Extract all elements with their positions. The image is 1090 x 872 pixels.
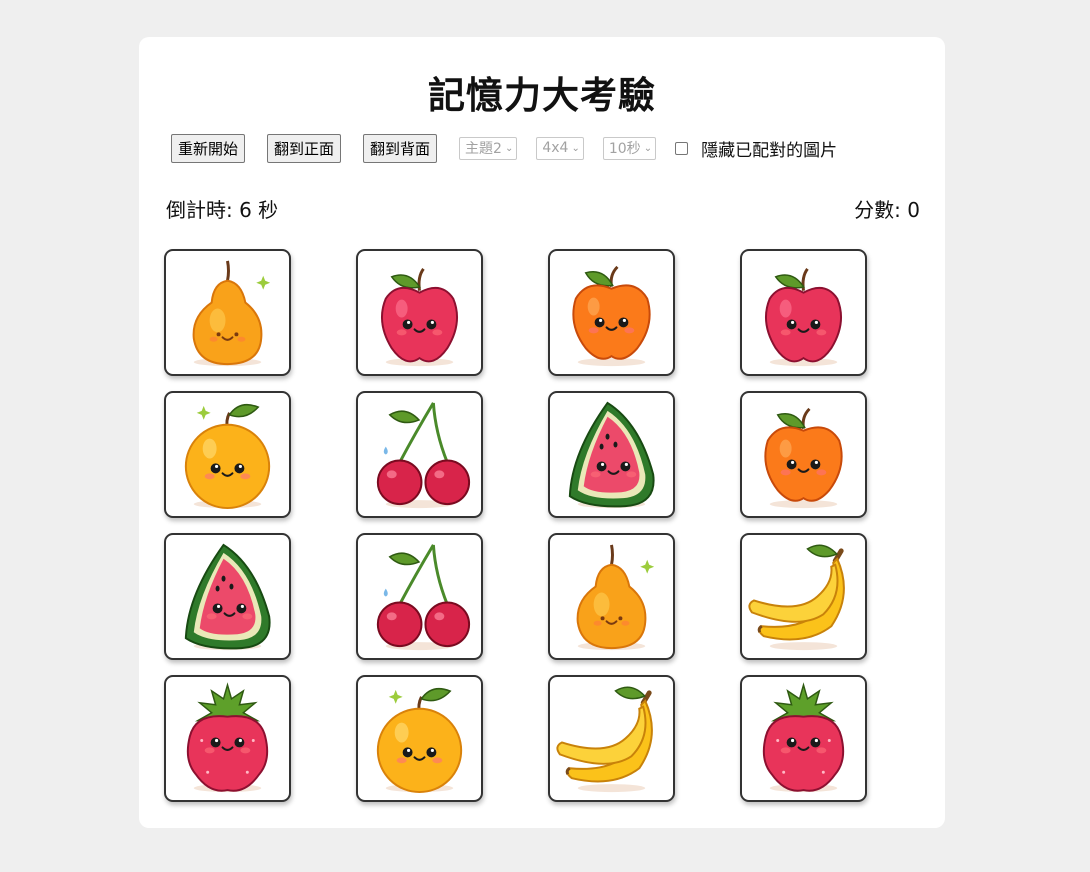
memory-card[interactable] xyxy=(548,675,675,802)
memory-card[interactable] xyxy=(548,533,675,660)
memory-card[interactable] xyxy=(356,391,483,518)
watermelon-icon xyxy=(568,401,655,509)
orange-apple-icon xyxy=(764,407,843,509)
flip-back-button[interactable]: 翻到背面 xyxy=(363,133,438,163)
hide-matched-option[interactable]: 隱藏已配對的圖片 xyxy=(675,136,837,161)
watermelon-icon xyxy=(184,543,271,651)
pear-icon xyxy=(192,260,271,367)
chevron-down-icon: ⌄ xyxy=(504,142,514,154)
apple-icon xyxy=(764,267,843,367)
memory-card[interactable] xyxy=(164,391,291,518)
flip-front-button[interactable]: 翻到正面 xyxy=(267,133,342,163)
memory-card[interactable] xyxy=(740,391,867,518)
memory-card[interactable] xyxy=(164,533,291,660)
memory-card[interactable] xyxy=(356,249,483,376)
theme-select[interactable]: 主題2 ⌄ xyxy=(459,136,518,160)
hide-matched-checkbox[interactable] xyxy=(675,141,689,155)
game-panel: 記憶力大考驗 重新開始 翻到正面 翻到背面 主題2 ⌄ 4x4 ⌄ 10秒 ⌄ … xyxy=(139,37,945,828)
chevron-down-icon: ⌄ xyxy=(571,142,580,154)
cherry-icon xyxy=(376,544,471,651)
toolbar: 重新開始 翻到正面 翻到背面 主題2 ⌄ 4x4 ⌄ 10秒 ⌄ 隱藏已配對的圖… xyxy=(171,133,931,163)
banana-icon xyxy=(556,686,653,793)
memory-card[interactable] xyxy=(740,249,867,376)
chevron-down-icon: ⌄ xyxy=(643,142,653,154)
theme-select-value: 主題2 xyxy=(465,141,502,157)
countdown-timer: 倒計時: 6 秒 xyxy=(166,198,279,222)
time-select[interactable]: 10秒 ⌄ xyxy=(602,136,657,160)
memory-card[interactable] xyxy=(740,675,867,802)
pear-icon xyxy=(576,544,655,651)
size-select-value: 4x4 xyxy=(542,140,569,156)
memory-card[interactable] xyxy=(548,249,675,376)
cherry-icon xyxy=(376,402,471,509)
memory-card[interactable] xyxy=(548,391,675,518)
apple-icon xyxy=(380,267,459,367)
strawberry-icon xyxy=(762,682,845,793)
orange-icon xyxy=(184,403,271,510)
size-select[interactable]: 4x4 ⌄ xyxy=(536,136,584,160)
memory-card[interactable] xyxy=(356,533,483,660)
memory-card[interactable] xyxy=(164,675,291,802)
time-select-value: 10秒 xyxy=(608,141,641,157)
score-display: 分數: 0 xyxy=(854,198,920,222)
restart-button[interactable]: 重新開始 xyxy=(171,133,246,163)
orange-icon xyxy=(376,687,463,794)
page-title: 記憶力大考驗 xyxy=(428,74,656,117)
card-grid xyxy=(164,249,924,805)
strawberry-icon xyxy=(186,682,269,793)
memory-card[interactable] xyxy=(356,675,483,802)
banana-icon xyxy=(748,544,845,651)
orange-apple-icon xyxy=(572,265,651,367)
memory-card[interactable] xyxy=(164,249,291,376)
hide-matched-label: 隱藏已配對的圖片 xyxy=(701,140,838,161)
memory-card[interactable] xyxy=(740,533,867,660)
